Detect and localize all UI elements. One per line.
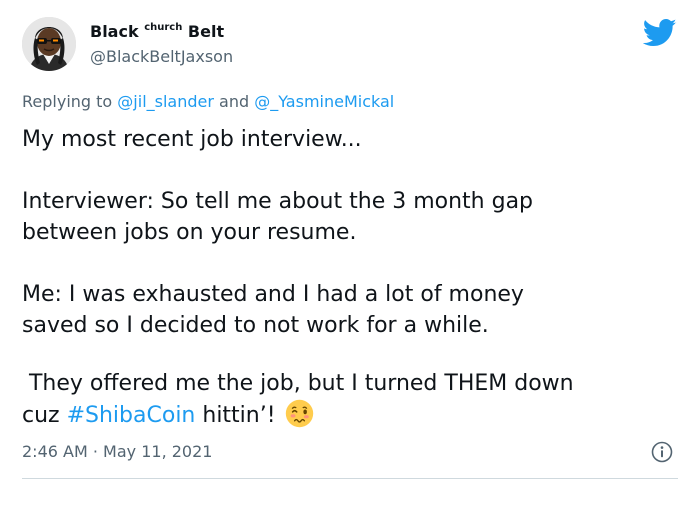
tweet-timestamp[interactable]: 2:46 AM · May 11, 2021 [22,442,212,461]
tweet-card: Black church Belt @BlackBeltJaxson Reply… [0,0,700,532]
info-icon[interactable] [651,441,673,463]
reply-context: Replying to @jil_slander and @_YasmineMi… [22,92,394,111]
tweet-text-fragment: cuz [22,403,60,428]
tweet-text-line: They offered me the job, but I turned TH… [22,371,574,396]
user-handle[interactable]: @BlackBeltJaxson [90,47,233,66]
reply-mention-1[interactable]: @jil_slander [117,92,214,111]
tweet-paragraph-4: They offered me the job, but I turned TH… [22,368,682,431]
tweet-text-line: between jobs on your resume. [22,220,357,245]
tweet-paragraph-1: My most recent job interview... [22,124,682,155]
tweet-time: 2:46 AM [22,442,88,461]
hashtag-link[interactable]: #ShibaCoin [67,403,196,428]
tweet-text-line: My most recent job interview... [22,127,362,152]
reply-prefix: Replying to [22,92,113,111]
tweet-date: May 11, 2021 [103,442,213,461]
tweet-text-line: Me: I was exhausted and I had a lot of m… [22,282,524,307]
display-name-part2: Belt [187,22,225,41]
reply-mention-2[interactable]: @_YasmineMickal [254,92,394,111]
divider [22,478,678,479]
tweet-paragraph-3: Me: I was exhausted and I had a lot of m… [22,279,682,341]
tweet-text-fragment: hittin’! [202,403,276,428]
avatar[interactable] [22,17,76,71]
tweet-paragraph-2: Interviewer: So tell me about the 3 mont… [22,186,682,248]
woozy-face-emoji-icon [285,399,314,428]
tweet-text-line: saved so I decided to not work for a whi… [22,313,489,338]
display-name-superscript: church [144,22,183,33]
reply-joiner: and [219,92,250,111]
display-name-part1: Black [90,22,139,41]
tweet-text-line: cuz #ShibaCoin hittin’! [22,399,682,431]
twitter-bird-icon[interactable] [642,18,677,48]
tweet-text-line: Interviewer: So tell me about the 3 mont… [22,189,534,214]
display-name[interactable]: Black church Belt [90,22,224,41]
avatar-image [22,17,76,71]
timestamp-separator: · [92,442,98,461]
